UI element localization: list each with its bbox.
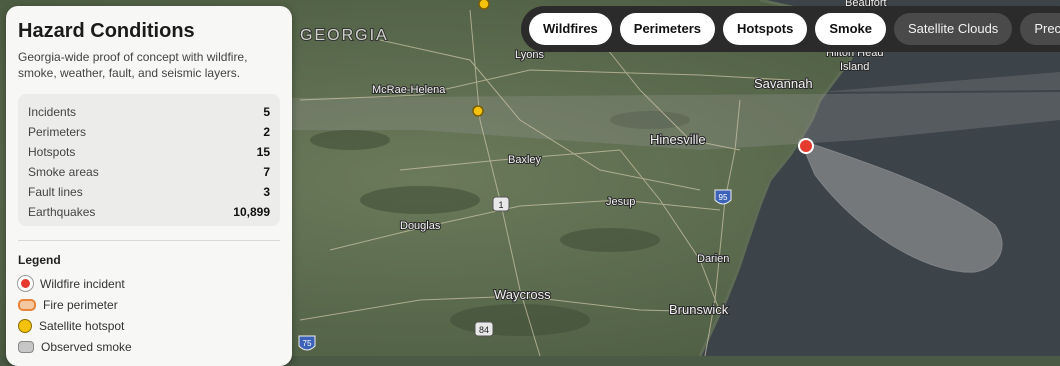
hotspot-marker[interactable] xyxy=(472,105,484,117)
legend-item-smoke: Observed smoke xyxy=(18,336,280,357)
svg-text:1: 1 xyxy=(498,200,503,210)
stat-row-perimeters: Perimeters 2 xyxy=(28,122,270,142)
stat-value: 3 xyxy=(263,185,270,199)
city-label-waycross: Waycross xyxy=(494,287,551,302)
stat-label: Fault lines xyxy=(28,185,83,199)
city-label-douglas: Douglas xyxy=(400,220,441,232)
state-label: GEORGIA xyxy=(300,27,389,44)
highway-shield-75: 75 xyxy=(298,335,316,351)
layer-toggle-hotspots[interactable]: Hotspots xyxy=(723,13,808,45)
legend-label: Fire perimeter xyxy=(43,297,118,312)
incident-marker-icon xyxy=(18,276,33,291)
legend-label: Satellite hotspot xyxy=(39,318,125,333)
stats-card: Incidents 5 Perimeters 2 Hotspots 15 Smoke … xyxy=(18,94,280,226)
layer-toggle-smoke[interactable]: Smoke xyxy=(815,13,886,45)
stat-label: Hotspots xyxy=(28,145,76,159)
city-label-mcrae: McRae-Helena xyxy=(372,84,446,96)
panel-title: Hazard Conditions xyxy=(18,20,195,42)
hotspot-marker[interactable] xyxy=(478,0,490,10)
stat-label: Perimeters xyxy=(28,125,87,139)
legend-label: Observed smoke xyxy=(41,339,132,354)
city-label-hinesville: Hinesville xyxy=(650,132,706,147)
smoke-swatch-icon xyxy=(18,340,34,353)
stat-row-incidents: Incidents 5 xyxy=(28,102,270,122)
stat-value: 10,899 xyxy=(233,205,270,219)
city-label-jesup: Jesup xyxy=(606,196,635,208)
hotspot-marker-icon xyxy=(18,318,32,333)
hazard-summary-panel: Hazard Conditions Georgia-wide proof of … xyxy=(6,6,292,366)
legend-title: Legend xyxy=(18,253,61,267)
stat-row-smoke-areas: Smoke areas 7 xyxy=(28,162,270,182)
city-label-savannah: Savannah xyxy=(754,76,813,91)
layer-toggle-wildfires[interactable]: Wildfires xyxy=(529,13,612,45)
highway-shield-84: 84 xyxy=(474,321,494,337)
city-label-baxley: Baxley xyxy=(508,154,542,166)
city-label-island: Island xyxy=(840,61,869,73)
stat-label: Smoke areas xyxy=(28,165,99,179)
svg-text:84: 84 xyxy=(479,325,489,335)
stat-value: 7 xyxy=(263,165,270,179)
legend-item-hotspot: Satellite hotspot xyxy=(18,315,280,336)
city-label-darien: Darien xyxy=(697,253,729,265)
layer-toggle-bar: Wildfires Perimeters Hotspots Smoke Sate… xyxy=(521,6,1060,52)
legend-item-incident: Wildfire incident xyxy=(18,273,280,294)
legend-item-perimeter: Fire perimeter xyxy=(18,294,280,315)
panel-subtitle: Georgia-wide proof of concept with wildf… xyxy=(18,50,248,80)
stat-value: 2 xyxy=(263,125,270,139)
stat-label: Earthquakes xyxy=(28,205,96,219)
stat-row-hotspots: Hotspots 15 xyxy=(28,142,270,162)
layer-toggle-precip[interactable]: Prec xyxy=(1020,13,1060,45)
stat-label: Incidents xyxy=(28,105,77,119)
stat-value: 15 xyxy=(256,145,270,159)
city-label-brunswick: Brunswick xyxy=(669,302,729,317)
highway-shield-1: 1 xyxy=(492,196,510,212)
layer-toggle-satellite-clouds[interactable]: Satellite Clouds xyxy=(893,13,1013,45)
divider xyxy=(18,240,280,241)
perimeter-swatch-icon xyxy=(18,298,36,311)
legend-label: Wildfire incident xyxy=(40,276,125,291)
svg-text:75: 75 xyxy=(303,339,312,348)
svg-text:95: 95 xyxy=(719,193,728,202)
layer-toggle-perimeters[interactable]: Perimeters xyxy=(619,13,715,45)
stat-row-fault-lines: Fault lines 3 xyxy=(28,182,270,202)
wildfire-incident-marker[interactable] xyxy=(798,138,814,154)
stat-value: 5 xyxy=(263,105,270,119)
highway-shield-95: 95 xyxy=(714,189,732,205)
stat-row-earthquakes: Earthquakes 10,899 xyxy=(28,202,270,222)
